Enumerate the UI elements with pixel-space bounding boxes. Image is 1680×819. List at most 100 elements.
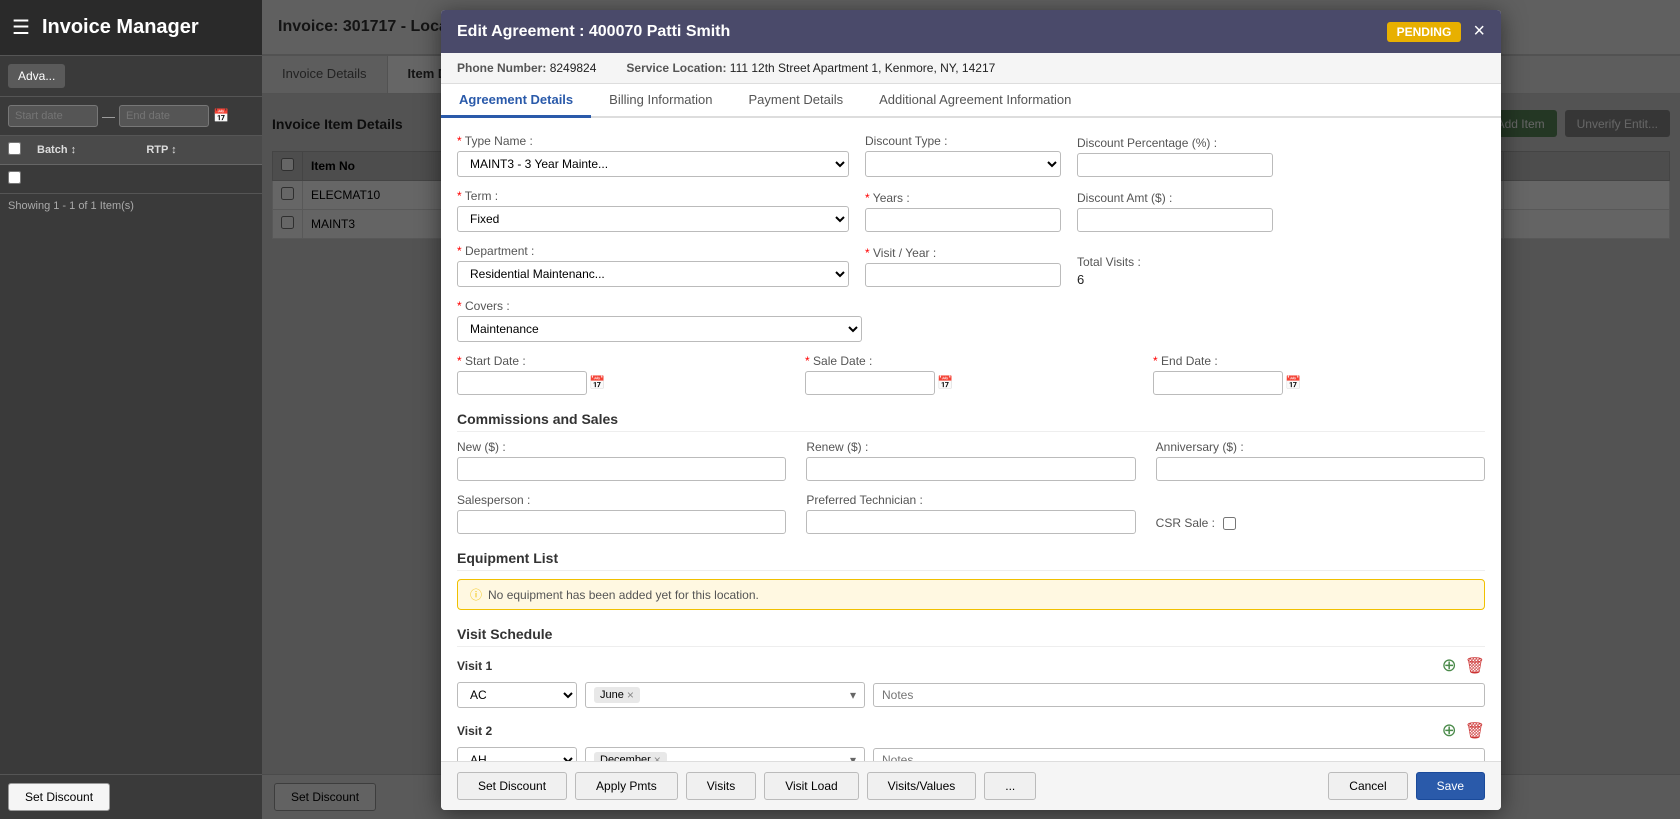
app-title: Invoice Manager	[42, 16, 199, 39]
discount-pct-group: Discount Percentage (%) : 20	[1077, 136, 1273, 177]
term-select[interactable]: Fixed	[457, 206, 849, 232]
footer-right-actions: Cancel Save	[1328, 772, 1485, 800]
covers-label: Covers	[465, 299, 503, 313]
sale-date-label: Sale Date	[813, 354, 866, 368]
tab-payment-details[interactable]: Payment Details	[730, 84, 861, 118]
footer-visits-values-button[interactable]: Visits/Values	[867, 772, 977, 800]
commissions-row2: Salesperson : Preferred Technician : CSR…	[457, 493, 1485, 534]
form-row-3: * Department : Residential Maintenanc...…	[457, 244, 1485, 287]
visit-2-december-tag: December ×	[594, 752, 667, 761]
table-row[interactable]	[0, 165, 262, 194]
end-date-input[interactable]	[119, 105, 209, 127]
renew-commission-input[interactable]	[806, 457, 1135, 481]
visit-year-input[interactable]: 2	[865, 263, 1061, 287]
visit-year-group: * Visit / Year : 2	[865, 246, 1061, 287]
select-all-header[interactable]	[0, 136, 29, 165]
visit-1-month-dropdown-icon[interactable]: ▾	[850, 688, 856, 702]
footer-cancel-button[interactable]: Cancel	[1328, 772, 1407, 800]
modal-info-bar: Phone Number: 8249824 Service Location: …	[441, 53, 1501, 84]
csr-sale-checkbox[interactable]	[1223, 517, 1236, 530]
modal-header: Edit Agreement : 400070 Patti Smith PEND…	[441, 10, 1501, 53]
sale-date-calendar-icon[interactable]: 📅	[937, 375, 953, 391]
visit-2-delete-button[interactable]: 🗑	[1465, 720, 1485, 741]
tab-additional-agreement[interactable]: Additional Agreement Information	[861, 84, 1089, 118]
date-range-row: — 📅	[0, 97, 262, 136]
footer-left-actions: Set Discount Apply Pmts Visits Visit Loa…	[457, 772, 1036, 800]
pref-tech-input[interactable]	[806, 510, 1135, 534]
anniversary-commission-input[interactable]	[1156, 457, 1485, 481]
footer-more-button[interactable]: ...	[984, 772, 1036, 800]
start-date-input[interactable]	[8, 105, 98, 127]
department-select[interactable]: Residential Maintenanc...	[457, 261, 849, 287]
new-commission-input[interactable]	[457, 457, 786, 481]
visit-2-month-field[interactable]: December × ▾	[585, 747, 865, 761]
commissions-title: Commissions and Sales	[457, 411, 1485, 432]
equipment-alert: ⓘ No equipment has been added yet for th…	[457, 579, 1485, 610]
type-name-select[interactable]: MAINT3 - 3 Year Mainte...	[457, 151, 849, 177]
new-label: New ($) :	[457, 440, 506, 454]
footer-save-button[interactable]: Save	[1416, 772, 1485, 800]
modal-footer: Set Discount Apply Pmts Visits Visit Loa…	[441, 761, 1501, 810]
visit-1-june-remove[interactable]: ×	[627, 688, 634, 702]
pref-tech-label: Preferred Technician :	[806, 493, 923, 507]
discount-amt-group: Discount Amt ($) : 0.000	[1077, 191, 1273, 232]
discount-pct-input[interactable]: 20	[1077, 153, 1273, 177]
end-date-calendar-icon[interactable]: 📅	[1285, 375, 1301, 391]
start-date-field[interactable]: 11/10/2023	[457, 371, 587, 395]
renew-commission-group: Renew ($) :	[806, 440, 1135, 481]
discount-type-select[interactable]	[865, 151, 1061, 177]
rtp-header: RTP ↕	[138, 136, 230, 165]
tab-billing-information[interactable]: Billing Information	[591, 84, 730, 118]
anniversary-label: Anniversary ($) :	[1156, 440, 1244, 454]
rtp-cell	[138, 165, 230, 194]
select-all-checkbox[interactable]	[8, 142, 21, 155]
footer-visits-button[interactable]: Visits	[686, 772, 756, 800]
years-group: * Years : 3	[865, 191, 1061, 232]
visit-1-june-tag: June ×	[594, 687, 640, 703]
term-group: * Term : Fixed	[457, 189, 849, 232]
visit-1-tech-select[interactable]: AC	[457, 682, 577, 708]
visit-2-december-remove[interactable]: ×	[654, 753, 661, 761]
footer-apply-pmts-button[interactable]: Apply Pmts	[575, 772, 678, 800]
salesperson-input[interactable]	[457, 510, 786, 534]
covers-select[interactable]: Maintenance	[457, 316, 862, 342]
visit-2-actions: ⊕ 🗑	[1442, 720, 1485, 741]
phone-label: Phone Number: 8249824	[457, 61, 596, 75]
set-discount-button[interactable]: Set Discount	[8, 783, 110, 811]
sale-date-field[interactable]: 11/10/2023	[805, 371, 935, 395]
visit-1-delete-button[interactable]: 🗑	[1465, 655, 1485, 676]
row-checkbox[interactable]	[0, 165, 29, 194]
start-date-calendar-icon[interactable]: 📅	[589, 375, 605, 391]
form-row-1: * Type Name : MAINT3 - 3 Year Mainte... …	[457, 134, 1485, 177]
footer-visit-load-button[interactable]: Visit Load	[764, 772, 858, 800]
calendar-icon[interactable]: 📅	[213, 108, 229, 124]
visit-2-header: Visit 2 ⊕ 🗑	[457, 720, 1485, 741]
footer-set-discount-button[interactable]: Set Discount	[457, 772, 567, 800]
advance-button[interactable]: Adva...	[8, 64, 65, 88]
modal-close-button[interactable]: ×	[1473, 20, 1485, 43]
visit-1-add-button[interactable]: ⊕	[1442, 655, 1457, 676]
visit-1-row: AC June × ▾	[457, 682, 1485, 708]
hamburger-icon[interactable]: ☰	[12, 15, 30, 40]
visit-2-tech-select[interactable]: AH	[457, 747, 577, 761]
visit-2-add-button[interactable]: ⊕	[1442, 720, 1457, 741]
tab-agreement-details[interactable]: Agreement Details	[441, 84, 591, 118]
batch-cell	[29, 165, 138, 194]
visit-2-month-dropdown-icon[interactable]: ▾	[850, 753, 856, 761]
modal-tabs: Agreement Details Billing Information Pa…	[441, 84, 1501, 118]
visit-1-month-field[interactable]: June × ▾	[585, 682, 865, 708]
years-input[interactable]: 3	[865, 208, 1061, 232]
discount-amt-input[interactable]: 0.000	[1077, 208, 1273, 232]
csr-sale-label: CSR Sale :	[1156, 516, 1215, 530]
department-label: Department	[465, 244, 528, 258]
end-date-field[interactable]: 11/09/2026	[1153, 371, 1283, 395]
end-date-group: * End Date : 11/09/2026 📅	[1153, 354, 1485, 395]
renew-label: Renew ($) :	[806, 440, 868, 454]
visit-2-notes-input[interactable]	[873, 748, 1485, 761]
discount-type-label: Discount Type	[865, 134, 941, 148]
visit-1-notes-input[interactable]	[873, 683, 1485, 707]
term-label: Term	[465, 189, 492, 203]
showing-text: Showing 1 - 1 of 1 Item(s)	[0, 194, 262, 218]
form-row-dates: * Start Date : 11/10/2023 📅 * Sale Date …	[457, 354, 1485, 395]
edit-agreement-modal: Edit Agreement : 400070 Patti Smith PEND…	[262, 0, 1680, 819]
